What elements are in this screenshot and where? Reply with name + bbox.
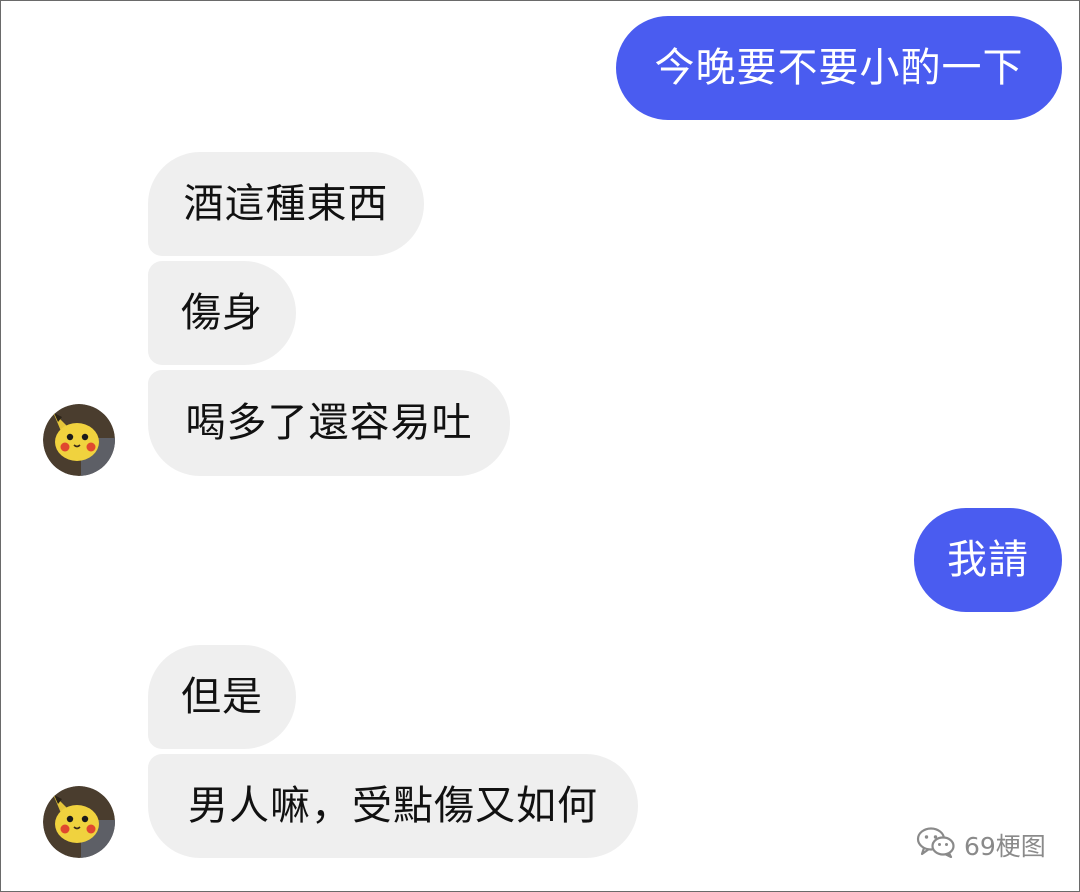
wechat-icon <box>916 826 956 864</box>
watermark-label: 69梗图 <box>964 832 1046 861</box>
outgoing-message[interactable]: 今晚要不要小酌一下 <box>616 16 1062 120</box>
incoming-message[interactable]: 喝多了還容易吐 <box>148 370 510 476</box>
incoming-message[interactable]: 但是 <box>148 645 296 749</box>
incoming-message[interactable]: 酒這種東西 <box>148 152 424 256</box>
incoming-message[interactable]: 男人嘛，受點傷又如何 <box>148 754 638 858</box>
incoming-message[interactable]: 傷身 <box>148 261 296 365</box>
pikachu-avatar-icon[interactable] <box>43 786 115 858</box>
watermark: 69梗图 <box>916 826 1046 864</box>
outgoing-message[interactable]: 我請 <box>914 508 1062 612</box>
pikachu-avatar-icon[interactable] <box>43 404 115 476</box>
